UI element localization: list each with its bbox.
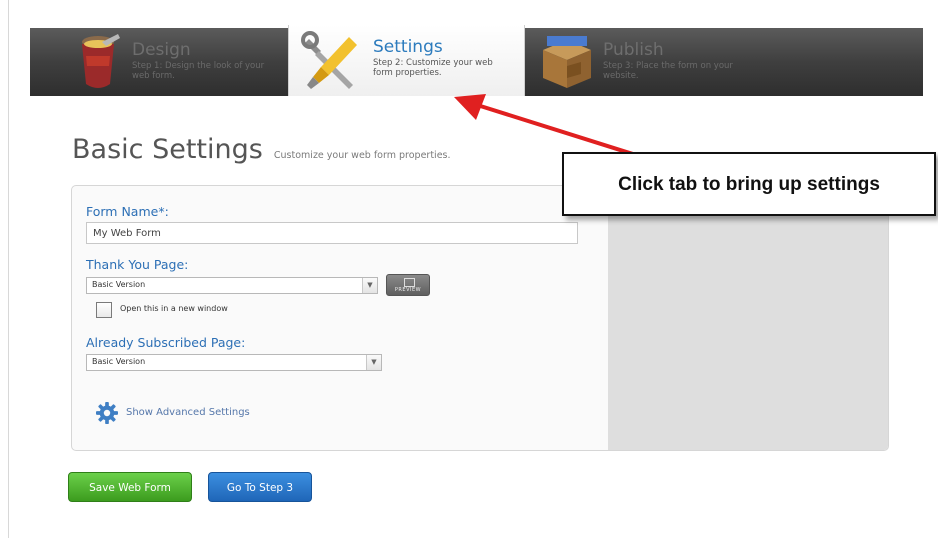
thank-you-page-label: Thank You Page: [86,257,189,272]
tab-design-title: Design [132,40,191,60]
annotation-callout: Click tab to bring up settings [562,152,936,216]
already-subscribed-value: Basic Version [92,357,146,366]
annotation-callout-text: Click tab to bring up settings [618,174,880,195]
tab-publish[interactable]: Publish Step 3: Place the form on your w… [523,28,783,96]
page-subtitle: Customize your web form properties. [273,150,451,161]
tab-settings-title: Settings [373,37,443,57]
preview-button[interactable]: PREVIEW [386,274,430,296]
already-subscribed-label: Already Subscribed Page: [86,335,246,350]
go-to-step-3-button[interactable]: Go To Step 3 [208,472,312,502]
open-new-window-checkbox[interactable] [96,302,112,318]
save-web-form-button[interactable]: Save Web Form [68,472,192,502]
tab-settings-desc: Step 2: Customize your web form properti… [373,58,493,78]
chevron-down-icon: ▼ [366,355,381,370]
panel-preview-area [608,186,888,450]
chevron-down-icon: ▼ [362,278,377,293]
show-advanced-settings-link[interactable]: Show Advanced Settings [126,407,250,418]
tab-publish-title: Publish [603,40,664,60]
form-name-input[interactable]: My Web Form [86,222,578,244]
tab-design[interactable]: Design Step 1: Design the look of your w… [30,28,288,96]
shipping-box-icon [543,36,591,88]
form-name-label: Form Name*: [86,204,169,219]
settings-panel: Form Name*: My Web Form Thank You Page: … [71,185,889,451]
page-title: Basic Settings [72,134,263,165]
page-frame-line [8,0,9,538]
preview-icon [404,278,415,287]
page-heading: Basic Settings Customize your web form p… [72,134,451,165]
thank-you-page-select[interactable]: Basic Version ▼ [86,277,378,294]
tab-publish-desc: Step 3: Place the form on your website. [603,61,733,81]
thank-you-page-value: Basic Version [92,280,146,289]
preview-button-label: PREVIEW [394,287,422,293]
tab-design-desc: Step 1: Design the look of your web form… [132,61,265,81]
gear-icon[interactable] [96,402,118,424]
tab-settings[interactable]: Settings Step 2: Customize your web form… [288,25,525,96]
wrench-screwdriver-icon [301,31,357,89]
already-subscribed-select[interactable]: Basic Version ▼ [86,354,382,371]
paint-bucket-icon [82,34,120,88]
step-tab-bar: Design Step 1: Design the look of your w… [30,25,923,96]
open-new-window-label: Open this in a new window [120,304,228,313]
